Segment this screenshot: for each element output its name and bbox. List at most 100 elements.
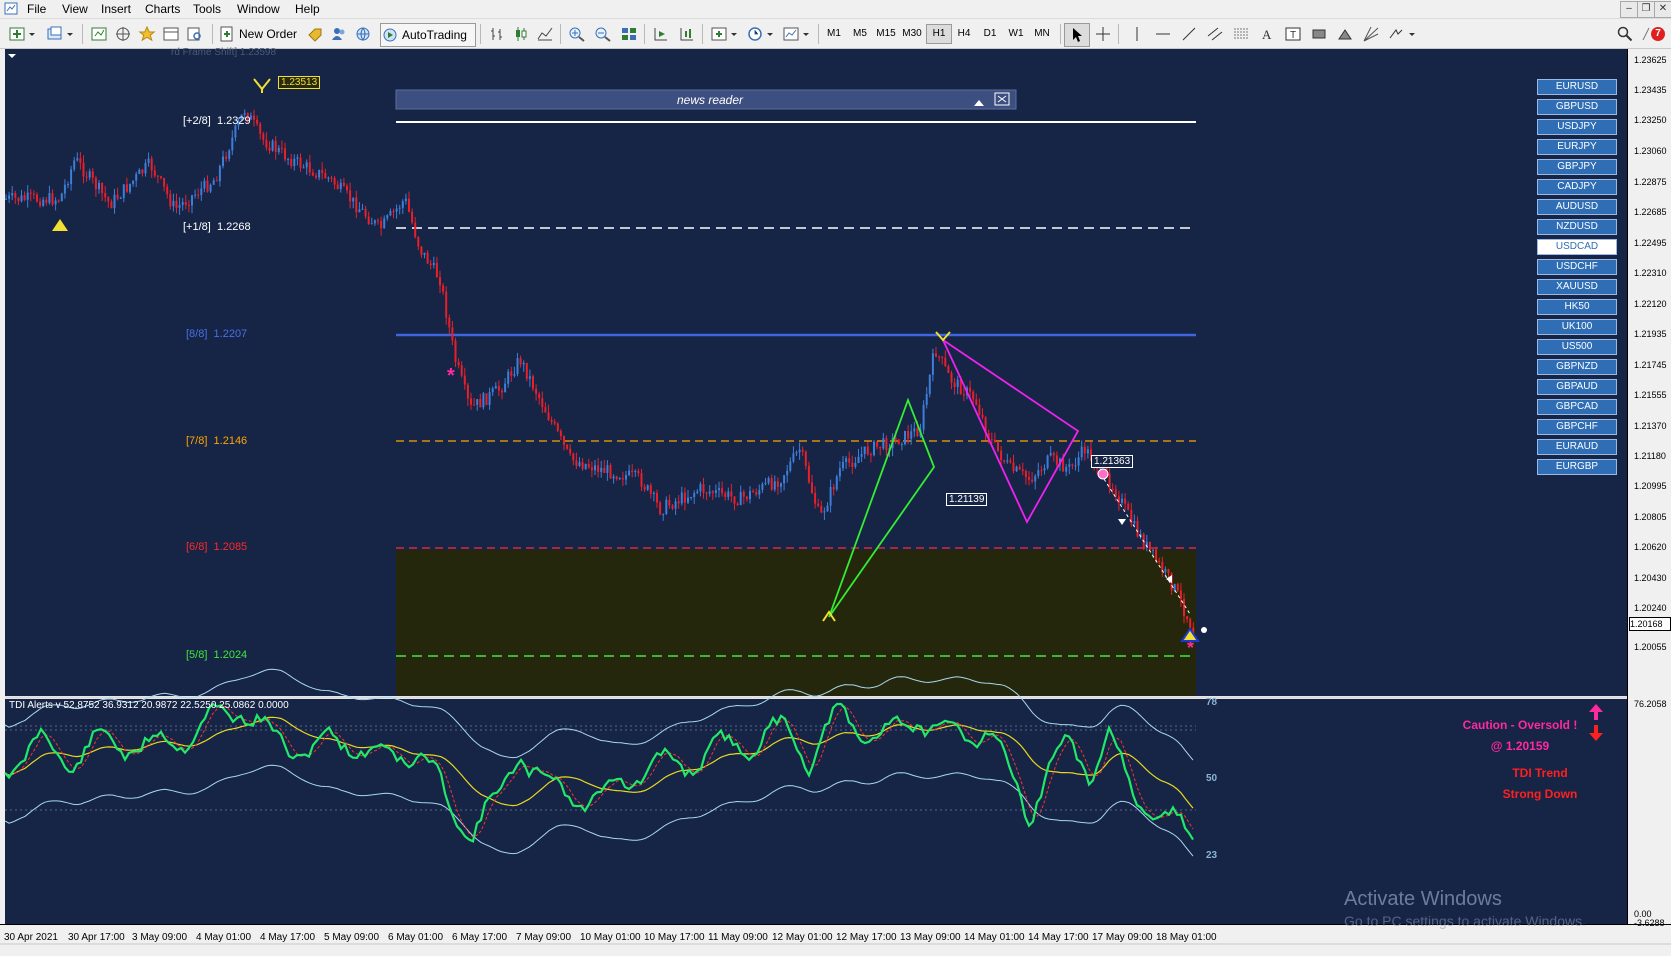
symbol-button-gbpchf[interactable]: GBPCHF [1537,419,1617,435]
tile-windows-button[interactable] [618,23,640,45]
tf-h4[interactable]: H4 [952,25,976,43]
arrows-button[interactable] [1386,23,1418,45]
menu-help[interactable]: Help [295,2,320,16]
candle-body [680,492,683,504]
triangle-button[interactable] [1334,23,1356,45]
cursor-tool-button[interactable] [1064,23,1090,47]
tf-w1[interactable]: W1 [1004,25,1028,43]
symbol-button-eurgbp[interactable]: EURGBP [1537,459,1617,475]
horizontal-line-button[interactable] [1152,23,1174,45]
menu-window[interactable]: Window [237,2,280,16]
text-icon: A [1262,27,1272,42]
menu-view[interactable]: View [62,2,88,16]
close-button[interactable]: ✕ [1654,1,1671,18]
indicators-button[interactable] [708,23,740,45]
text-label-button[interactable]: T [1282,23,1304,45]
symbol-button-euraud[interactable]: EURAUD [1537,439,1617,455]
new-order-button[interactable]: New Order [218,23,298,45]
market-watch-button[interactable] [88,23,110,45]
line-chart-button[interactable] [534,23,556,45]
chart-canvas[interactable]: * * [0,49,1671,956]
one-click-button[interactable] [304,23,326,45]
fibonacci-button[interactable] [1230,23,1252,45]
candle-body [352,197,355,202]
menu-file[interactable]: File [27,2,46,16]
candle-body [826,505,829,512]
candle-body [17,197,20,202]
menu-insert[interactable]: Insert [101,2,131,16]
notifications-button[interactable]: 7 [1640,23,1666,45]
symbol-button-gbpjpy[interactable]: GBPJPY [1537,159,1617,175]
templates-button[interactable] [780,23,812,45]
menu-tools[interactable]: Tools [193,2,221,16]
symbol-button-gbpcad[interactable]: GBPCAD [1537,399,1617,415]
symbol-button-gbpnzd[interactable]: GBPNZD [1537,359,1617,375]
tf-h1[interactable]: H1 [926,24,952,44]
candle-body [426,252,429,264]
tf-m30[interactable]: M30 [900,25,924,43]
symbol-button-audusd[interactable]: AUDUSD [1537,199,1617,215]
profiles-button[interactable] [44,23,76,45]
candle-body [141,169,144,174]
vertical-line-button[interactable] [1126,23,1148,45]
trendline-button[interactable] [1178,23,1200,45]
menu-charts[interactable]: Charts [145,2,180,16]
candle-body [94,177,97,190]
signals-button[interactable] [328,23,350,45]
candle-body [767,478,770,483]
strategy-tester-button[interactable] [184,23,206,45]
tf-m15[interactable]: M15 [874,25,898,43]
time-axis-label: 14 May 01:00 [964,932,1025,943]
candle-body [795,452,798,454]
symbol-button-cadjpy[interactable]: CADJPY [1537,179,1617,195]
time-axis-label: 17 May 09:00 [1092,932,1153,943]
tf-m1[interactable]: M1 [822,25,846,43]
symbol-button-xauusd[interactable]: XAUUSD [1537,279,1617,295]
candle-body [321,169,324,173]
candle-body [625,475,627,480]
tdi-trend-strength-text: Strong Down [1502,787,1578,801]
rectangle-button[interactable] [1308,23,1330,45]
symbol-button-hk50[interactable]: HK50 [1537,299,1617,315]
navigator-button[interactable] [112,23,134,45]
chart-shift-button[interactable] [676,23,698,45]
candle-body [494,386,497,389]
crosshair-tool-button[interactable] [1092,23,1114,45]
tdi-axis-bottom: -3.6288 [1634,918,1665,928]
symbol-button-usdjpy[interactable]: USDJPY [1537,119,1617,135]
candle-body [544,407,547,413]
candle-body [138,169,141,175]
symbol-button-gbpusd[interactable]: GBPUSD [1537,99,1617,115]
zoom-out-button[interactable] [592,23,614,45]
periods-button[interactable] [744,23,776,45]
symbol-button-usdcad[interactable]: USDCAD [1537,239,1617,255]
market-button[interactable] [352,23,374,45]
symbol-button-nzdusd[interactable]: NZDUSD [1537,219,1617,235]
tf-m5[interactable]: M5 [848,25,872,43]
symbol-button-gbpaud[interactable]: GBPAUD [1537,379,1617,395]
gann-button[interactable] [1360,23,1382,45]
minimize-button[interactable]: – [1620,1,1638,18]
symbol-button-eurusd[interactable]: EURUSD [1537,79,1617,95]
symbol-button-eurjpy[interactable]: EURJPY [1537,139,1617,155]
symbol-button-us500[interactable]: US500 [1537,339,1617,355]
autoscroll-button[interactable] [650,23,672,45]
text-tool-button[interactable]: A [1256,23,1278,45]
restore-button[interactable]: ❐ [1637,1,1655,18]
tf-mn[interactable]: MN [1030,25,1054,43]
candle-body [197,194,200,196]
symbol-button-uk100[interactable]: UK100 [1537,319,1617,335]
autotrading-button[interactable]: AutoTrading [380,23,476,47]
favorites-button[interactable] [136,23,158,45]
time-axis-label: 5 May 09:00 [324,932,380,943]
candle-body [280,147,283,149]
tf-d1[interactable]: D1 [978,25,1002,43]
candlestick-button[interactable] [510,23,532,45]
zoom-in-button[interactable] [566,23,588,45]
search-button[interactable] [1614,23,1636,45]
terminal-button[interactable] [160,23,182,45]
new-chart-button[interactable] [6,23,38,45]
bar-chart-button[interactable] [486,23,508,45]
equidistant-channel-button[interactable] [1204,23,1226,45]
symbol-button-usdchf[interactable]: USDCHF [1537,259,1617,275]
